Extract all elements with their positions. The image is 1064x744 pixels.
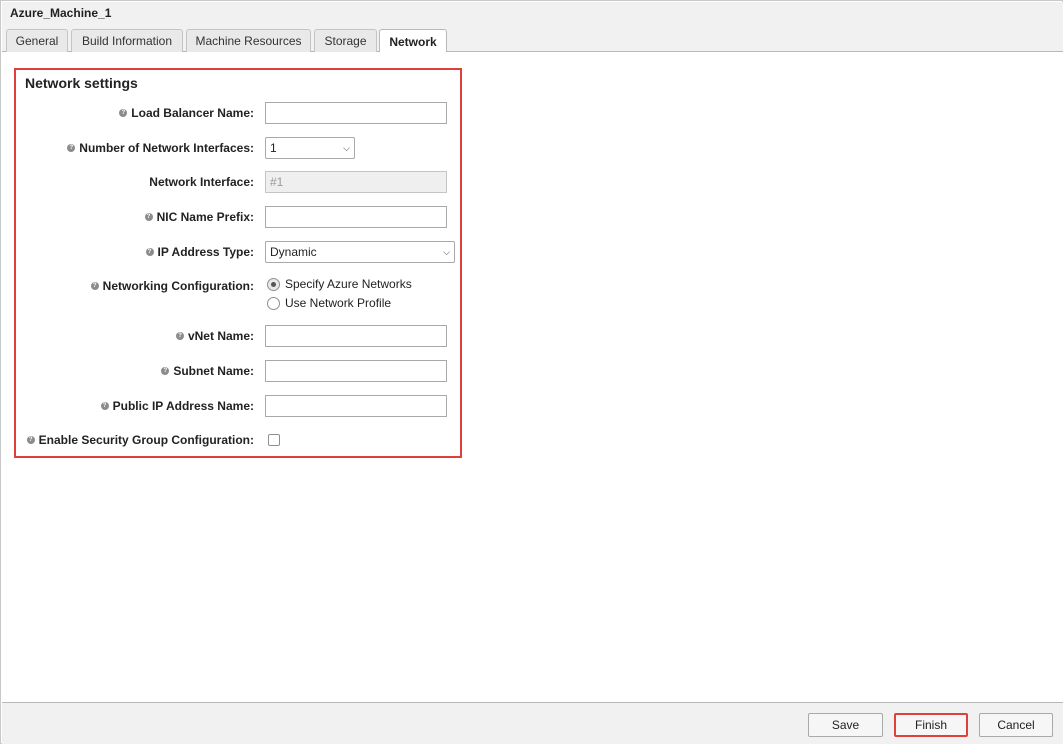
radio-label: Use Network Profile: [285, 296, 392, 310]
tab-storage[interactable]: Storage: [314, 29, 377, 52]
footer-bar: Save Finish Cancel: [2, 702, 1063, 744]
load-balancer-label-wrap: ? Load Balancer Name:: [119, 106, 254, 120]
help-icon[interactable]: ?: [175, 332, 184, 340]
ip-type-select[interactable]: Dynamic ⌵: [265, 241, 455, 263]
security-group-label-wrap: ? Enable Security Group Configuration:: [26, 433, 254, 447]
public-ip-input[interactable]: [265, 395, 447, 417]
subnet-label: Subnet Name:: [173, 364, 254, 378]
radio-use-network-profile[interactable]: Use Network Profile: [267, 296, 391, 310]
finish-button[interactable]: Finish: [894, 713, 968, 737]
public-ip-label-wrap: ? Public IP Address Name:: [100, 399, 254, 413]
network-interface-row: Network Interface:: [16, 171, 460, 195]
radio-button-checked[interactable]: [267, 277, 280, 291]
num-interfaces-select[interactable]: 1 ⌵: [265, 137, 355, 159]
public-ip-label: Public IP Address Name:: [112, 399, 254, 413]
vnet-row: ? vNet Name:: [16, 325, 460, 349]
nic-prefix-row: ? NIC Name Prefix:: [16, 206, 460, 230]
radio-specify-azure-networks[interactable]: Specify Azure Networks: [267, 277, 412, 291]
title-bar: Azure_Machine_1 General Build Informatio…: [2, 2, 1063, 53]
load-balancer-label: Load Balancer Name:: [131, 106, 254, 120]
help-icon[interactable]: ?: [119, 109, 128, 117]
network-interface-label-wrap: Network Interface:: [149, 175, 254, 189]
help-icon[interactable]: ?: [90, 282, 99, 290]
tab-general[interactable]: General: [6, 29, 68, 52]
security-group-checkbox[interactable]: [268, 434, 280, 446]
help-icon[interactable]: ?: [67, 144, 76, 152]
help-icon[interactable]: ?: [26, 436, 35, 444]
security-group-row: ? Enable Security Group Configuration:: [16, 429, 460, 453]
window-title: Azure_Machine_1: [10, 6, 112, 20]
nic-prefix-input[interactable]: [265, 206, 447, 228]
help-icon[interactable]: ?: [100, 402, 109, 410]
save-button[interactable]: Save: [808, 713, 883, 737]
network-interface-input: [265, 171, 447, 193]
ip-type-row: ? IP Address Type: Dynamic ⌵: [16, 241, 460, 265]
nic-prefix-label: NIC Name Prefix:: [156, 210, 254, 224]
num-interfaces-value: 1: [270, 141, 277, 155]
dialog-window: Azure_Machine_1 General Build Informatio…: [0, 0, 1063, 744]
help-icon[interactable]: ?: [144, 213, 153, 221]
tab-network[interactable]: Network: [379, 29, 447, 53]
vnet-label-wrap: ? vNet Name:: [175, 329, 254, 343]
tab-content: Network settings ? Load Balancer Name: ?…: [2, 52, 1063, 702]
section-title: Network settings: [25, 75, 138, 91]
network-settings-section: Network settings ? Load Balancer Name: ?…: [14, 68, 462, 458]
load-balancer-row: ? Load Balancer Name:: [16, 102, 460, 126]
num-interfaces-row: ? Number of Network Interfaces: 1 ⌵: [16, 137, 460, 161]
net-config-row: ? Networking Configuration: Specify Azur…: [16, 275, 460, 315]
subnet-row: ? Subnet Name:: [16, 360, 460, 384]
tab-machine-resources[interactable]: Machine Resources: [186, 29, 311, 52]
chevron-down-icon: ⌵: [443, 246, 450, 257]
ip-type-label: IP Address Type:: [157, 245, 254, 259]
ip-type-value: Dynamic: [270, 245, 317, 259]
radio-button[interactable]: [267, 296, 280, 310]
public-ip-row: ? Public IP Address Name:: [16, 395, 460, 419]
num-interfaces-label-wrap: ? Number of Network Interfaces:: [67, 141, 254, 155]
network-interface-label: Network Interface:: [149, 175, 254, 189]
num-interfaces-label: Number of Network Interfaces:: [79, 141, 254, 155]
subnet-input[interactable]: [265, 360, 447, 382]
chevron-down-icon: ⌵: [343, 142, 350, 153]
ip-type-label-wrap: ? IP Address Type:: [145, 245, 254, 259]
vnet-label: vNet Name:: [187, 329, 254, 343]
net-config-label-wrap: ? Networking Configuration:: [90, 279, 254, 293]
radio-label: Specify Azure Networks: [285, 277, 412, 291]
cancel-button[interactable]: Cancel: [979, 713, 1053, 737]
help-icon[interactable]: ?: [161, 367, 170, 375]
subnet-label-wrap: ? Subnet Name:: [161, 364, 254, 378]
tab-build-information[interactable]: Build Information: [71, 29, 183, 52]
security-group-label: Enable Security Group Configuration:: [38, 433, 254, 447]
vnet-input[interactable]: [265, 325, 447, 347]
help-icon[interactable]: ?: [145, 248, 154, 256]
load-balancer-input[interactable]: [265, 102, 447, 124]
net-config-label: Networking Configuration:: [102, 279, 254, 293]
nic-prefix-label-wrap: ? NIC Name Prefix:: [144, 210, 254, 224]
